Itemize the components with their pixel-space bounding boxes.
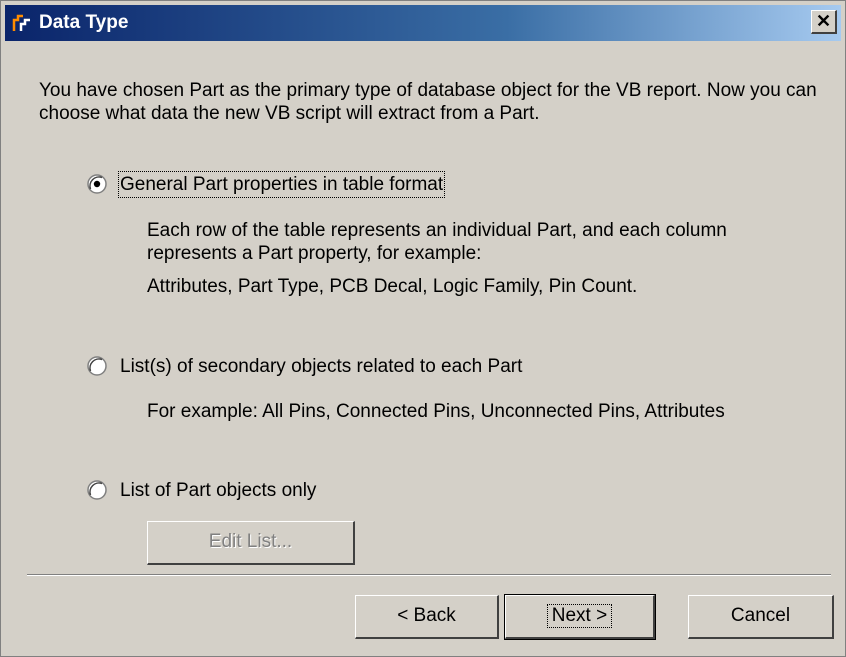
window-title: Data Type: [39, 12, 129, 33]
option-label: General Part properties in table format: [117, 171, 446, 198]
description-line: Attributes, Part Type, PCB Decal, Logic …: [147, 276, 638, 297]
back-button[interactable]: < Back: [355, 595, 499, 639]
title-bar[interactable]: Data Type ✕: [5, 5, 841, 41]
radio-unselected-icon[interactable]: [87, 480, 107, 500]
close-icon: ✕: [815, 11, 832, 31]
description-line: represents a Part property, for example:: [147, 243, 482, 264]
next-button[interactable]: Next >: [504, 594, 656, 640]
separator: [27, 574, 831, 576]
option-description: Each row of the table represents an indi…: [147, 219, 727, 298]
close-button[interactable]: ✕: [811, 10, 837, 34]
cancel-button[interactable]: Cancel: [688, 595, 834, 639]
next-label: Next >: [546, 604, 613, 628]
data-type-dialog: Data Type ✕ You have chosen Part as the …: [0, 0, 846, 657]
radio-selected-icon[interactable]: [87, 174, 107, 194]
app-logo-icon: [12, 14, 30, 31]
description-line: For example: All Pins, Connected Pins, U…: [147, 401, 725, 422]
edit-list-button[interactable]: Edit List...: [147, 521, 355, 565]
back-label: < Back: [397, 605, 456, 626]
radio-unselected-icon[interactable]: [87, 356, 107, 376]
option-label: List of Part objects only: [120, 480, 317, 501]
option-label: List(s) of secondary objects related to …: [120, 356, 523, 377]
intro-text: You have chosen Part as the primary type…: [39, 80, 817, 124]
description-line: Each row of the table represents an indi…: [147, 220, 727, 241]
cancel-label: Cancel: [730, 605, 791, 626]
option-description: For example: All Pins, Connected Pins, U…: [147, 400, 725, 423]
